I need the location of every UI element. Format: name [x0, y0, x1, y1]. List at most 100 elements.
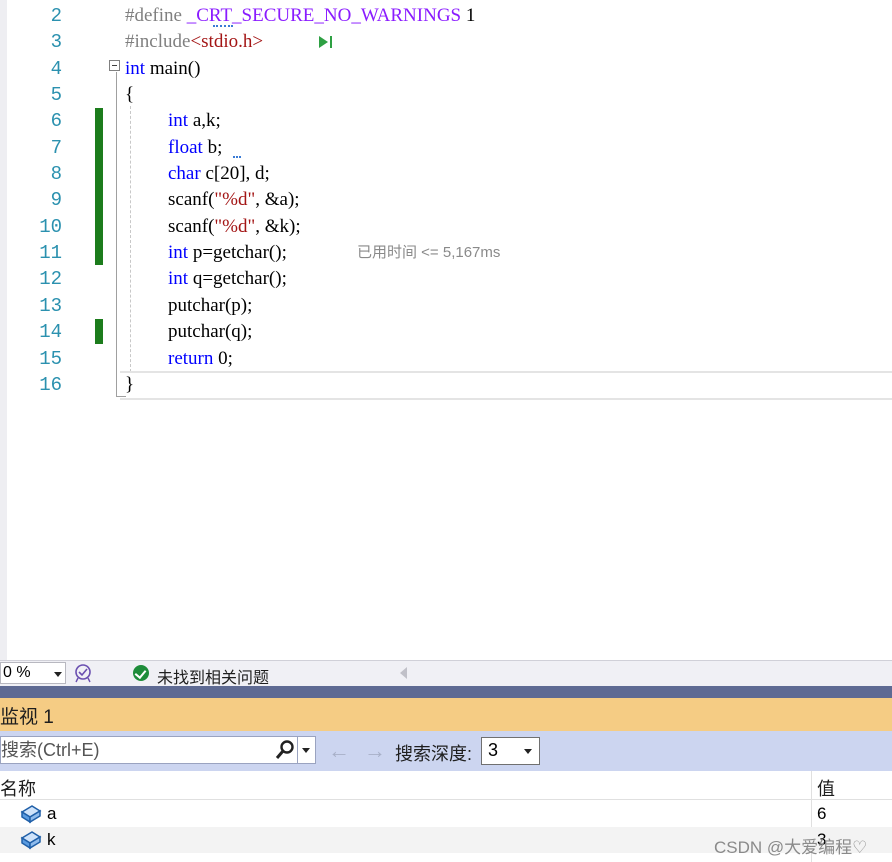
line-number: 5: [50, 84, 62, 106]
line-number: 14: [39, 321, 62, 343]
watch-panel-header[interactable]: 监视 1: [0, 698, 892, 731]
declaration: p=getchar();: [192, 242, 287, 263]
keyword: int: [125, 58, 146, 79]
code-line-4[interactable]: int main(): [125, 56, 200, 82]
keyword: char: [168, 163, 201, 184]
arguments: , &k);: [255, 216, 301, 237]
line-number: 11: [39, 242, 62, 264]
search-depth-label: 搜索深度:: [395, 744, 473, 764]
variable-value[interactable]: 6: [817, 804, 826, 824]
editor-status-bar: 0 % 未找到相关问题: [0, 660, 892, 688]
search-depth-value: 3: [488, 740, 499, 760]
suggestion-squiggle: [213, 23, 233, 27]
variable-name: k: [47, 830, 56, 849]
brace: {: [125, 84, 135, 105]
arguments: , &a);: [255, 189, 300, 210]
current-line-highlight: [120, 371, 892, 400]
statement: 0;: [218, 348, 233, 369]
code-line-9[interactable]: scanf("%d", &a);: [168, 187, 300, 213]
column-header-name[interactable]: 名称: [0, 775, 36, 801]
zoom-dropdown[interactable]: 0 %: [0, 662, 66, 684]
line-number: 13: [39, 295, 62, 317]
change-marker: [95, 108, 103, 265]
issues-status[interactable]: 未找到相关问题: [157, 664, 269, 688]
keyword: int: [168, 268, 189, 289]
code-line-12[interactable]: int q=getchar();: [168, 266, 287, 292]
function-signature: main(): [149, 58, 201, 79]
include-header: <stdio.h>: [190, 31, 264, 52]
statement: putchar(q);: [168, 321, 253, 342]
variable-name: a: [47, 804, 57, 823]
code-line-15[interactable]: return 0;: [168, 346, 233, 372]
indent-guide: [130, 106, 131, 372]
line-number: 9: [50, 189, 62, 211]
line-number: 4: [50, 58, 62, 80]
code-line-5[interactable]: {: [125, 82, 134, 108]
code-line-11[interactable]: int p=getchar();: [168, 240, 287, 266]
scroll-left-icon[interactable]: [400, 667, 407, 679]
run-to-click-icon[interactable]: [318, 35, 334, 49]
intellicode-icon[interactable]: [73, 663, 93, 683]
line-number: 3: [50, 31, 62, 53]
search-box[interactable]: [0, 736, 298, 764]
macro-value: 1: [465, 5, 476, 26]
code-line-6[interactable]: int a,k;: [168, 108, 221, 134]
check-circle-icon: [133, 665, 149, 681]
chevron-down-icon: [524, 749, 532, 754]
code-line-2[interactable]: #define _CRT_SECURE_NO_WARNINGS 1: [125, 3, 475, 29]
line-number: 8: [50, 163, 62, 185]
watch-toolbar: ← → 搜索深度: 3: [0, 731, 892, 771]
search-icon[interactable]: [275, 739, 295, 761]
search-options-dropdown[interactable]: [298, 736, 316, 764]
declaration: c[20], d;: [205, 163, 270, 184]
outline-line: [116, 72, 117, 396]
line-number: 7: [50, 137, 62, 159]
keyword: float: [168, 137, 203, 158]
string-literal: "%d": [214, 189, 256, 210]
declaration: b;: [207, 137, 223, 158]
perf-tip[interactable]: 已用时间 <= 5,167ms: [357, 240, 500, 266]
code-editor[interactable]: 2 3 4 5 6 7 8 9 10 11 12 13 14 15 16 #de…: [0, 0, 892, 660]
forward-arrow-icon[interactable]: →: [364, 740, 386, 762]
function-call: scanf(: [168, 216, 215, 237]
declaration: q=getchar();: [192, 268, 287, 289]
variable-icon: [20, 831, 42, 850]
code-line-14[interactable]: putchar(q);: [168, 319, 252, 345]
line-number: 15: [39, 348, 62, 370]
keyword: int: [168, 110, 189, 131]
code-line-3[interactable]: #include<stdio.h>: [125, 29, 263, 55]
panel-separator: [0, 686, 892, 698]
code-line-16[interactable]: }: [125, 372, 134, 398]
search-input[interactable]: [1, 737, 267, 763]
line-number: 10: [39, 216, 62, 238]
back-arrow-icon[interactable]: ←: [328, 740, 350, 762]
panel-title: 监视 1: [0, 707, 54, 728]
keyword: int: [168, 242, 189, 263]
suggestion-squiggle: [233, 154, 241, 158]
code-line-13[interactable]: putchar(p);: [168, 293, 252, 319]
code-line-8[interactable]: char c[20], d;: [168, 161, 270, 187]
preprocessor-directive: #define: [125, 5, 182, 26]
table-row[interactable]: a 6: [0, 801, 892, 827]
variable-icon: [20, 805, 42, 824]
search-depth-select[interactable]: 3: [481, 737, 540, 765]
code-line-10[interactable]: scanf("%d", &k);: [168, 214, 301, 240]
declaration: a,k;: [192, 110, 221, 131]
function-call: scanf(: [168, 189, 215, 210]
editor-left-margin: [0, 0, 7, 660]
preprocessor-directive: #include: [125, 31, 191, 52]
line-number: 16: [39, 374, 62, 396]
statement: putchar(p);: [168, 295, 253, 316]
watermark: CSDN @大爱编程♡: [714, 838, 868, 857]
zoom-value: 0 %: [3, 664, 31, 681]
keyword: return: [168, 348, 214, 369]
column-header-value[interactable]: 值: [817, 775, 835, 801]
code-line-7[interactable]: float b;: [168, 135, 222, 161]
table-header: 名称 值: [0, 771, 892, 800]
collapse-toggle-icon[interactable]: [109, 60, 120, 71]
string-literal: "%d": [214, 216, 256, 237]
change-marker: [95, 319, 103, 344]
line-number: 12: [39, 268, 62, 290]
line-number: 2: [50, 5, 62, 27]
chevron-down-icon: [54, 672, 62, 677]
